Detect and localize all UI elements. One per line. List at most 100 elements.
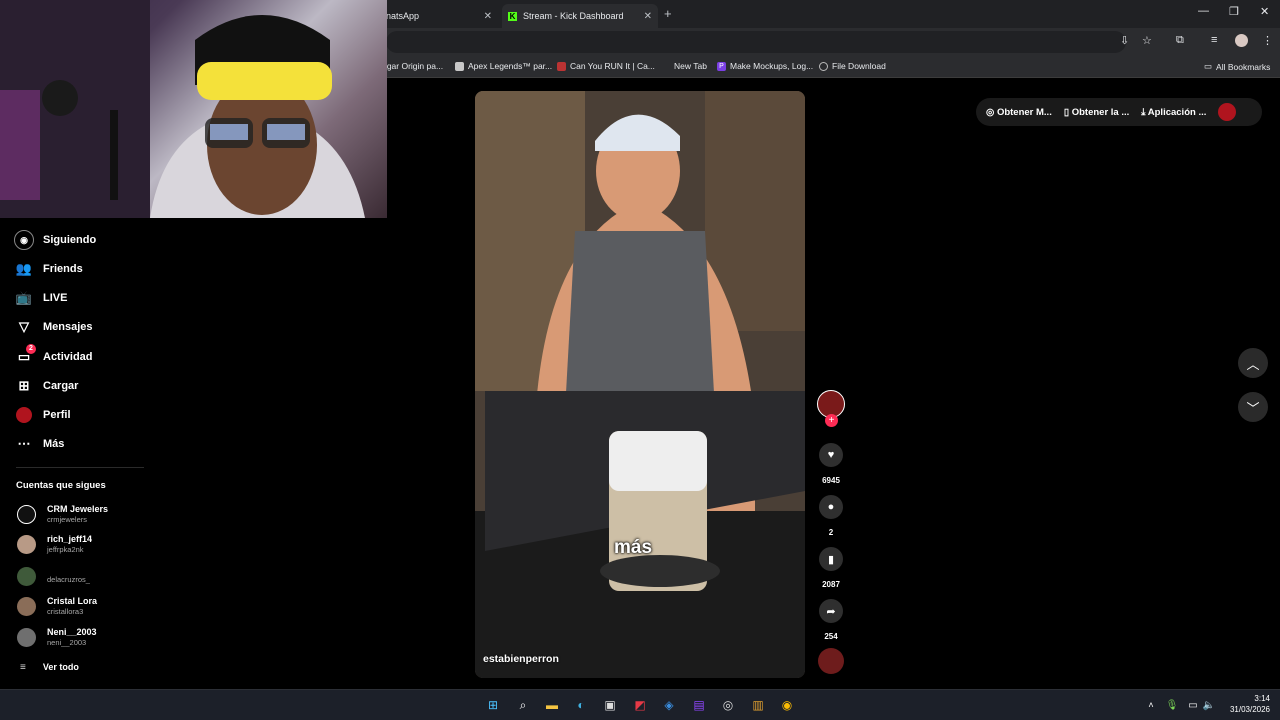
sidebar-item-label: Mensajes	[43, 321, 93, 333]
bookmark-icon: ▮	[827, 553, 835, 566]
media-icon[interactable]: ≡	[1211, 34, 1217, 46]
bookmark-apex[interactable]: Apex Legends™ par...	[455, 61, 552, 71]
file-explorer-icon[interactable]: ▬	[542, 695, 562, 715]
all-bookmarks[interactable]: ▭ All Bookmarks	[1204, 61, 1270, 72]
see-all-label: Ver todo	[42, 661, 79, 672]
bookmark-origin[interactable]: rgar Origin pa...	[384, 61, 443, 71]
chrome-icon[interactable]: ◉	[777, 695, 797, 715]
bookmark-label: All Bookmarks	[1216, 61, 1271, 72]
bookmark-mockups[interactable]: P Make Mockups, Log...	[717, 61, 813, 71]
bookmark-label: rgar Origin pa...	[384, 61, 444, 71]
previous-video-button[interactable]: ︿	[1238, 348, 1268, 378]
clock-time: 3:14	[1254, 694, 1270, 703]
new-tab-button[interactable]: +	[664, 6, 672, 21]
get-coins-label: Obtener M...	[996, 106, 1052, 118]
site-icon	[557, 61, 566, 71]
close-icon[interactable]: ✕	[484, 11, 492, 22]
account-item[interactable]: rich_jeff14 jeffrpka2nk	[17, 532, 92, 556]
app-icon[interactable]: ◈	[659, 695, 679, 715]
sidebar-item-actividad[interactable]: ▭ 2 Actividad	[14, 344, 93, 369]
next-video-button[interactable]: ﹀	[1238, 392, 1268, 422]
desktop-app-label: Aplicación ...	[1147, 106, 1207, 118]
desktop-app-link[interactable]: ⤓ Aplicación ...	[1141, 107, 1206, 118]
like-count: 6945	[822, 476, 840, 485]
sidebar-item-mensajes[interactable]: ▽ Mensajes	[14, 315, 93, 339]
save-button[interactable]: ▮	[819, 547, 843, 571]
avatar	[17, 566, 36, 586]
amd-icon[interactable]: ◩	[630, 695, 650, 715]
tab-label: Stream - Kick Dashboard	[523, 11, 624, 21]
globe-icon	[819, 61, 828, 71]
sidebar-item-perfil[interactable]: Perfil	[14, 403, 71, 427]
sidebar-item-label: Más	[43, 438, 65, 450]
chevron-up-icon[interactable]: ˄	[1141, 695, 1161, 715]
store-icon[interactable]: ▣	[600, 695, 620, 715]
volume-icon[interactable]: 🔈	[1199, 695, 1219, 715]
twitch-icon[interactable]: ▤	[689, 695, 709, 715]
account-item[interactable]: Cristal Lora cristallora3	[17, 594, 97, 618]
minimize-icon[interactable]: —	[1198, 5, 1209, 17]
sidebar-item-label: LIVE	[43, 292, 68, 304]
app-icon[interactable]: ▥	[748, 695, 768, 715]
friends-icon: 👥	[15, 261, 33, 276]
sidebar-item-label: Perfil	[43, 409, 71, 421]
search-icon[interactable]: ⌕	[513, 695, 533, 715]
profile-avatar[interactable]	[1235, 34, 1248, 47]
clock-date: 31/03/2026	[1229, 705, 1270, 714]
music-disc-icon[interactable]	[818, 648, 844, 674]
obs-icon[interactable]: ◎	[718, 695, 738, 715]
get-coins-link[interactable]: ◎ Obtener M...	[986, 107, 1052, 118]
share-button[interactable]: ➦	[819, 599, 843, 623]
account-handle: delacruzros_	[47, 574, 90, 584]
follow-plus-icon[interactable]: +	[825, 414, 838, 427]
sidebar-item-friends[interactable]: 👥 Friends	[14, 257, 83, 281]
windows-start-icon[interactable]: ⊞	[483, 695, 503, 715]
account-name: rich_jeff14	[47, 534, 93, 544]
extensions-icon[interactable]: ⧉	[1176, 34, 1184, 47]
sidebar-item-siguiendo[interactable]: ◉ Siguiendo	[14, 228, 96, 252]
tab-whatsapp[interactable]: natsApp ✕	[380, 4, 498, 28]
share-icon: ➦	[826, 605, 836, 618]
menu-icon[interactable]: ⋮	[1262, 34, 1273, 47]
bookmark-file-download[interactable]: File Download	[819, 61, 886, 71]
kick-logo-icon: K	[508, 11, 517, 21]
close-window-icon[interactable]: ✕	[1260, 5, 1269, 18]
following-icon: ◉	[14, 230, 34, 250]
sidebar-item-mas[interactable]: ⋯ Más	[14, 432, 65, 456]
video-player[interactable]	[475, 91, 805, 678]
folder-icon: ▭	[1204, 61, 1213, 71]
comment-count: 2	[828, 528, 834, 537]
account-name: Neni__2003	[47, 627, 97, 637]
account-handle: crmjewelers	[47, 515, 88, 524]
webcam-overlay	[0, 0, 387, 218]
phone-icon: ▯	[1063, 106, 1072, 118]
bookmark-star-icon[interactable]: ☆	[1142, 34, 1152, 47]
restore-icon[interactable]: ❐	[1229, 5, 1239, 18]
avatar	[17, 504, 36, 524]
get-app-link[interactable]: ▯ Obtener la ...	[1064, 107, 1129, 118]
comment-button[interactable]: ●	[819, 495, 843, 519]
taskbar-clock[interactable]: 3:14 31/03/2026	[1224, 693, 1270, 715]
activity-icon: ▭ 2	[14, 344, 36, 367]
bookmark-can-you-run-it[interactable]: Can You RUN It | Ca...	[557, 61, 655, 71]
install-app-icon[interactable]: ⇩	[1120, 34, 1129, 47]
bookmark-label: New Tab	[674, 61, 707, 71]
like-button[interactable]: ♥	[819, 443, 843, 467]
account-item[interactable]: delacruzros_	[17, 564, 90, 588]
see-all-link[interactable]: ≡ Ver todo	[17, 655, 79, 679]
bookmark-new-tab[interactable]: New Tab	[674, 61, 707, 71]
avatar	[17, 596, 36, 616]
avatar[interactable]	[1218, 103, 1237, 121]
edge-icon[interactable]: ◐	[571, 695, 591, 715]
video-author[interactable]: estabienperron	[483, 653, 559, 665]
microphone-icon[interactable]: 🎙	[1162, 695, 1182, 715]
sidebar-item-cargar[interactable]: ⊞ Cargar	[14, 374, 79, 398]
sidebar-item-live[interactable]: 📺 LIVE	[14, 286, 68, 310]
address-bar[interactable]	[386, 31, 1126, 53]
heart-icon: ♥	[827, 449, 835, 461]
account-item[interactable]: Neni__2003 neni__2003	[17, 625, 97, 649]
close-icon[interactable]: ✕	[644, 11, 652, 22]
account-item[interactable]: CRM Jewelers crmjewelers	[17, 502, 108, 526]
tab-kick-dashboard[interactable]: K Stream - Kick Dashboard ✕	[502, 4, 658, 28]
chevron-down-icon: ﹀	[1246, 400, 1260, 416]
